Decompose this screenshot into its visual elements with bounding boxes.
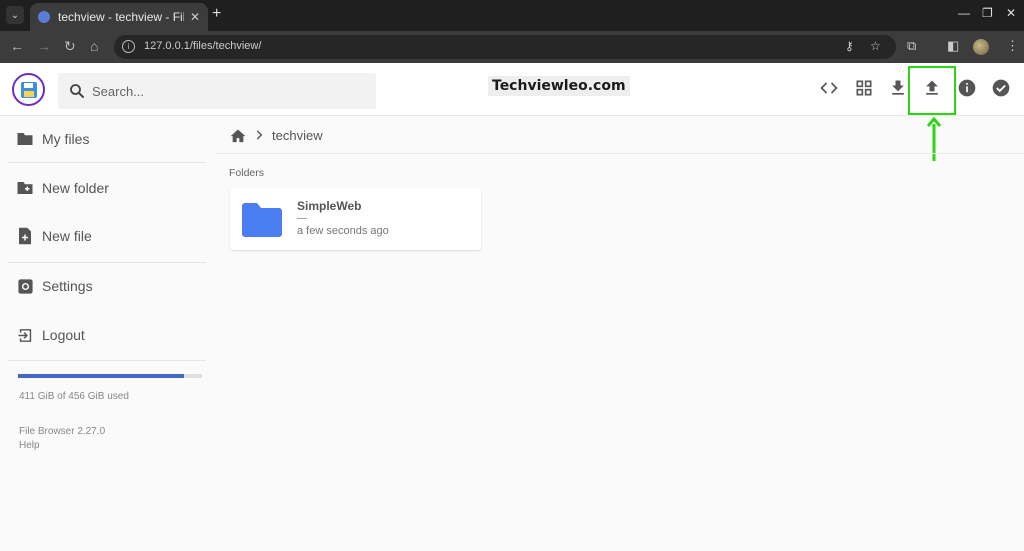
divider bbox=[8, 162, 206, 163]
breadcrumb-item[interactable]: techview bbox=[272, 128, 323, 143]
search-icon bbox=[70, 84, 84, 98]
toggle-view-code-button[interactable] bbox=[818, 77, 840, 99]
tab-title: techview - techview - File Browser bbox=[58, 10, 184, 24]
sidebar-item-label: New file bbox=[42, 228, 92, 244]
info-icon bbox=[958, 79, 976, 97]
sidebar-item-settings[interactable]: Settings bbox=[0, 263, 207, 309]
info-button[interactable] bbox=[956, 77, 978, 99]
menu-icon[interactable]: ⋮ bbox=[1006, 39, 1019, 53]
folder-size: — bbox=[297, 213, 307, 224]
sidebar-item-label: Logout bbox=[42, 327, 85, 343]
app-version[interactable]: File Browser 2.27.0 bbox=[19, 426, 105, 437]
switch-view-button[interactable] bbox=[853, 77, 875, 99]
site-info-icon[interactable]: i bbox=[122, 40, 135, 53]
browser-tab-bar: ⌄ techview - techview - File Browser ✕ +… bbox=[0, 0, 1024, 31]
side-panel-icon[interactable]: ◧ bbox=[947, 39, 959, 53]
sidebar-item-label: Settings bbox=[42, 278, 93, 294]
app-logo[interactable] bbox=[12, 73, 45, 106]
help-link[interactable]: Help bbox=[19, 440, 40, 451]
forward-icon[interactable]: → bbox=[37, 39, 51, 53]
bookmark-star-icon[interactable]: ☆ bbox=[870, 39, 881, 53]
sidebar-item-label: My files bbox=[42, 131, 90, 147]
folder-item[interactable]: SimpleWeb — a few seconds ago bbox=[230, 188, 481, 250]
extensions-icon[interactable]: ⧉ bbox=[907, 39, 916, 53]
settings-icon bbox=[16, 277, 34, 295]
new-tab-icon[interactable]: + bbox=[212, 5, 221, 23]
floppy-icon bbox=[20, 81, 37, 98]
upload-highlight-box bbox=[908, 66, 956, 115]
tab-search-icon[interactable]: ⌄ bbox=[6, 6, 24, 24]
folder-name: SimpleWeb bbox=[297, 199, 362, 213]
browser-tab[interactable]: techview - techview - File Browser ✕ bbox=[30, 3, 208, 31]
key-icon[interactable]: ⚷ bbox=[845, 39, 854, 53]
download-icon bbox=[892, 80, 904, 95]
grid-view-icon bbox=[856, 80, 872, 96]
window-close-icon[interactable]: ✕ bbox=[1006, 6, 1016, 20]
sidebar-item-new-folder[interactable]: New folder bbox=[0, 165, 207, 211]
sidebar-item-label: New folder bbox=[42, 180, 109, 196]
back-icon[interactable]: ← bbox=[10, 39, 24, 53]
address-bar[interactable]: i 127.0.0.1/files/techview/ ⚷ ☆ bbox=[114, 35, 896, 59]
folder-icon bbox=[16, 130, 34, 148]
tab-close-icon[interactable]: ✕ bbox=[190, 10, 200, 24]
folder-icon bbox=[242, 203, 282, 237]
annotation-arrow-icon bbox=[926, 116, 942, 161]
create-folder-icon bbox=[16, 179, 34, 197]
search-box[interactable] bbox=[58, 73, 376, 109]
exit-icon bbox=[16, 326, 34, 344]
section-heading: Folders bbox=[229, 167, 265, 179]
favicon-icon bbox=[38, 11, 50, 23]
browser-toolbar: ← → ↻ ⌂ i 127.0.0.1/files/techview/ ⚷ ☆ … bbox=[0, 31, 1024, 63]
sidebar-item-logout[interactable]: Logout bbox=[0, 312, 207, 358]
check-circle-icon bbox=[992, 79, 1010, 97]
sidebar-item-my-files[interactable]: My files bbox=[0, 116, 207, 162]
watermark-text: Techviewleo.com bbox=[488, 76, 630, 96]
chevron-right-icon bbox=[256, 130, 263, 140]
storage-usage-fill bbox=[18, 374, 184, 378]
profile-avatar[interactable] bbox=[973, 39, 989, 55]
folder-modified: a few seconds ago bbox=[297, 225, 389, 237]
home-icon[interactable]: ⌂ bbox=[90, 39, 98, 53]
divider bbox=[216, 153, 1024, 154]
storage-usage-text: 411 GiB of 456 GiB used bbox=[19, 391, 129, 402]
sidebar: My files New folder New file Settings Lo… bbox=[0, 116, 207, 551]
storage-usage-bar bbox=[18, 374, 202, 378]
app-header: Techviewleo.com bbox=[0, 63, 1024, 116]
note-add-icon bbox=[16, 227, 34, 245]
breadcrumb: techview bbox=[230, 125, 323, 145]
select-multiple-button[interactable] bbox=[990, 77, 1012, 99]
url-text: 127.0.0.1/files/techview/ bbox=[144, 40, 262, 52]
download-button[interactable] bbox=[887, 77, 909, 99]
divider bbox=[8, 360, 206, 361]
minimize-icon[interactable]: — bbox=[958, 6, 970, 20]
home-icon[interactable] bbox=[230, 128, 246, 143]
reload-icon[interactable]: ↻ bbox=[64, 39, 76, 53]
sidebar-item-new-file[interactable]: New file bbox=[0, 213, 207, 259]
search-input[interactable] bbox=[92, 81, 362, 101]
restore-icon[interactable]: ❐ bbox=[982, 6, 993, 20]
code-icon bbox=[820, 82, 838, 94]
